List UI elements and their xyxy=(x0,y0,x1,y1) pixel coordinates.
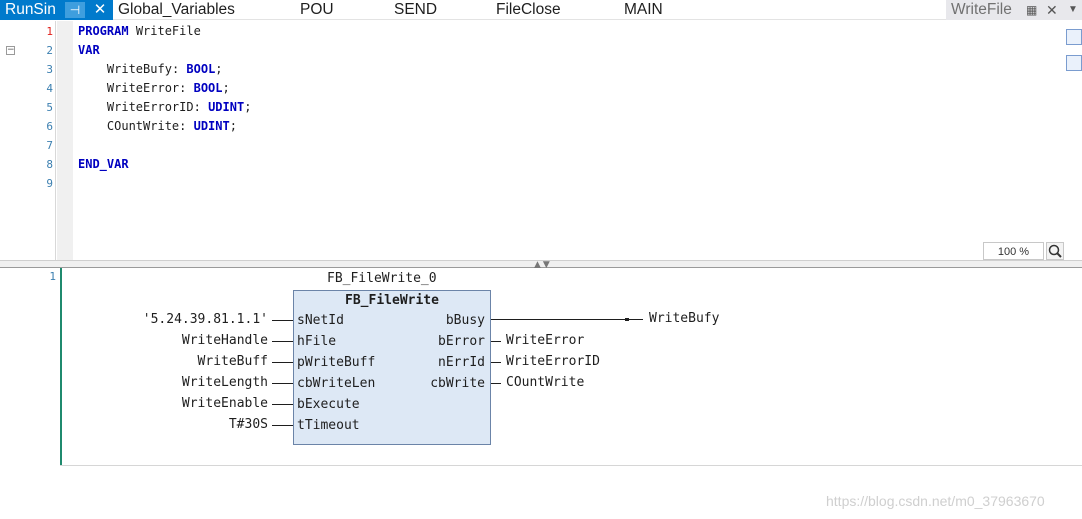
code-line-variable[interactable]: WriteError: BOOL; xyxy=(78,79,230,98)
output-wire xyxy=(491,319,643,320)
program-name: WriteFile xyxy=(135,24,201,38)
input-pin[interactable]: pWriteBuff xyxy=(297,355,375,370)
input-pin[interactable]: bExecute xyxy=(297,397,360,412)
tab-send[interactable]: SEND xyxy=(394,0,437,20)
variable-name: WriteErrorID xyxy=(106,100,194,114)
document-tab-bar: RunSin ⊣ ✕ Global_Variables POU SEND Fil… xyxy=(0,0,1082,20)
output-argument[interactable]: WriteError xyxy=(506,333,584,348)
variable-type: UDINT xyxy=(193,119,230,133)
code-line-var[interactable]: VAR xyxy=(78,41,100,60)
tab-main[interactable]: MAIN xyxy=(624,0,663,20)
line-number: 7 xyxy=(46,139,53,152)
code-line-variable[interactable]: WriteBufy: BOOL; xyxy=(78,60,223,79)
output-pin[interactable]: bBusy xyxy=(446,313,485,328)
input-wire xyxy=(272,341,293,342)
editor-splitter[interactable]: ▲▼ xyxy=(0,260,1082,270)
output-argument[interactable]: COuntWrite xyxy=(506,375,584,390)
output-wire xyxy=(491,362,501,363)
line-number-gutter: 1 2 3 4 5 6 7 8 9 − xyxy=(0,21,56,260)
view-toggle-toolbar xyxy=(1064,25,1082,75)
zoom-level[interactable]: 100 % xyxy=(983,242,1044,260)
tab-writefile-label: WriteFile xyxy=(951,1,1012,18)
input-pin[interactable]: tTimeout xyxy=(297,418,360,433)
input-pin[interactable]: hFile xyxy=(297,334,336,349)
input-argument[interactable]: WriteBuff xyxy=(68,354,268,369)
zoom-icon[interactable] xyxy=(1046,242,1064,260)
input-argument[interactable]: '5.24.39.81.1.1' xyxy=(68,312,268,327)
input-pin[interactable]: cbWriteLen xyxy=(297,376,375,391)
variable-name: COuntWrite xyxy=(106,119,180,133)
line-number: 1 xyxy=(46,25,53,38)
line-number: 8 xyxy=(46,158,53,171)
variable-type: BOOL xyxy=(186,62,216,76)
fb-type-name: FB_FileWrite xyxy=(345,293,439,308)
keyword-program: PROGRAM xyxy=(78,24,129,38)
declaration-editor[interactable]: 1 2 3 4 5 6 7 8 9 − PROGRAM WriteFile VA… xyxy=(0,21,1082,260)
tab-writefile[interactable]: WriteFile ▦ ✕ ▼ xyxy=(946,0,1082,20)
pin-icon[interactable]: ⊣ xyxy=(65,2,85,18)
network-number: 1 xyxy=(49,270,56,283)
variable-type: BOOL xyxy=(193,81,223,95)
tab-pou[interactable]: POU xyxy=(300,0,334,20)
output-argument[interactable]: WriteBufy xyxy=(649,311,719,326)
input-wire xyxy=(272,362,293,363)
tabular-view-icon[interactable] xyxy=(1066,55,1082,71)
output-argument[interactable]: WriteErrorID xyxy=(506,354,600,369)
editor-margin xyxy=(57,21,73,260)
close-icon[interactable]: ✕ xyxy=(1046,0,1058,20)
variable-name: WriteBufy xyxy=(106,62,172,76)
input-wire xyxy=(272,320,293,321)
line-number: 6 xyxy=(46,120,53,133)
network-separator xyxy=(60,465,1082,466)
line-number: 9 xyxy=(46,177,53,190)
connection-dot xyxy=(625,318,629,321)
line-number: 2 xyxy=(46,44,53,57)
tab-dropdown-icon[interactable]: ▼ xyxy=(1068,0,1078,20)
collapse-icon[interactable]: − xyxy=(6,46,15,55)
output-wire xyxy=(491,341,501,342)
code-line-variable[interactable]: COuntWrite: UDINT; xyxy=(78,117,237,136)
pin-icon[interactable]: ▦ xyxy=(1026,0,1037,20)
output-pin[interactable]: nErrId xyxy=(438,355,485,370)
line-number: 3 xyxy=(46,63,53,76)
network-marker xyxy=(60,268,62,466)
textual-view-icon[interactable] xyxy=(1066,29,1082,45)
code-line-variable[interactable]: WriteErrorID: UDINT; xyxy=(78,98,252,117)
input-wire xyxy=(272,425,293,426)
input-argument[interactable]: WriteEnable xyxy=(68,396,268,411)
network-gutter: 1 xyxy=(0,268,60,466)
input-argument[interactable]: WriteLength xyxy=(68,375,268,390)
variable-type: UDINT xyxy=(208,100,245,114)
close-icon[interactable]: ✕ xyxy=(90,0,110,20)
input-argument[interactable]: T#30S xyxy=(68,417,268,432)
input-wire xyxy=(272,404,293,405)
input-argument[interactable]: WriteHandle xyxy=(68,333,268,348)
input-wire xyxy=(272,383,293,384)
fb-instance-name[interactable]: FB_FileWrite_0 xyxy=(327,271,437,286)
code-line-program[interactable]: PROGRAM WriteFile xyxy=(78,22,201,41)
code-line-end-var[interactable]: END_VAR xyxy=(78,155,129,174)
line-number: 4 xyxy=(46,82,53,95)
tab-runsin[interactable]: RunSin ⊣ ✕ xyxy=(0,0,113,20)
tab-global-variables[interactable]: Global_Variables xyxy=(118,0,235,20)
input-pin[interactable]: sNetId xyxy=(297,313,344,328)
tab-runsin-label: RunSin xyxy=(5,1,56,18)
watermark-text: https://blog.csdn.net/m0_37963670 xyxy=(826,493,1045,509)
output-pin[interactable]: bError xyxy=(438,334,485,349)
keyword-end-var: END_VAR xyxy=(78,157,129,171)
line-number: 5 xyxy=(46,101,53,114)
variable-name: WriteError xyxy=(106,81,180,95)
output-wire xyxy=(491,383,501,384)
implementation-editor[interactable]: 1 FB_FileWrite_0 FB_FileWrite sNetId hFi… xyxy=(0,268,1082,519)
function-block[interactable]: FB_FileWrite sNetId hFile pWriteBuff cbW… xyxy=(293,290,491,445)
output-pin[interactable]: cbWrite xyxy=(430,376,485,391)
keyword-var: VAR xyxy=(78,43,100,57)
tab-fileclose[interactable]: FileClose xyxy=(496,0,561,20)
